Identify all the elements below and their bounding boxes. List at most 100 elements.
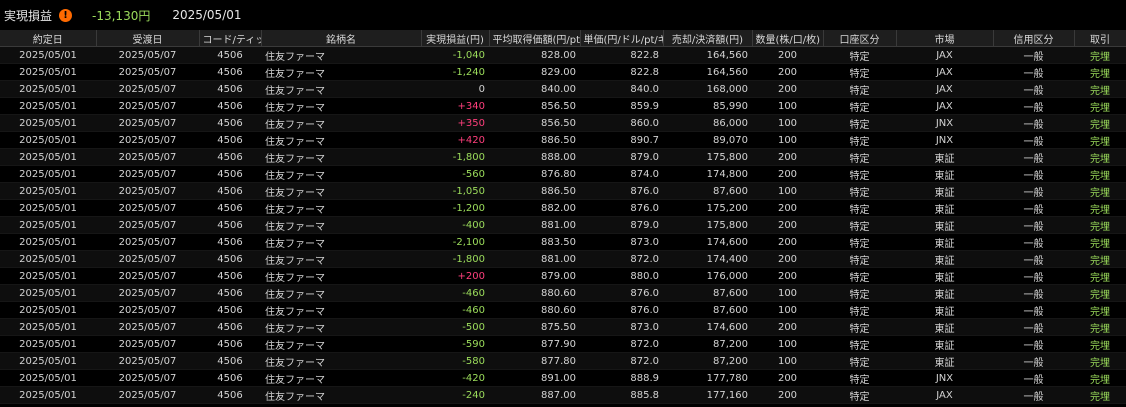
code-cell: 4506 <box>199 267 261 285</box>
table-row[interactable]: 2025/05/01 2025/05/07 4506 住友ファーマ +350 856.50… <box>0 114 1126 132</box>
account-type-cell: 特定 <box>823 250 896 268</box>
trade-date-cell: 2025/05/01 <box>0 80 96 98</box>
market-cell: JAX <box>896 97 993 115</box>
unit-price-cell: 879.0 <box>580 148 663 166</box>
col-header[interactable]: 実現損益(円) <box>421 30 490 47</box>
market-cell: 東証 <box>896 216 993 234</box>
trade-date-cell: 2025/05/01 <box>0 267 96 285</box>
unit-price-cell: 876.0 <box>580 301 663 319</box>
col-header[interactable]: 単価(円/ドル/pt/ギ... <box>580 30 664 47</box>
credit-type-cell: 一般 <box>993 114 1074 132</box>
security-name-cell: 住友ファーマ <box>261 131 421 149</box>
col-header[interactable]: 信用区分 <box>993 30 1075 47</box>
amount-cell: 164,560 <box>663 46 752 64</box>
security-name-cell: 住友ファーマ <box>261 352 421 370</box>
unit-price-cell: 876.0 <box>580 182 663 200</box>
table-row[interactable]: 2025/05/01 2025/05/07 4506 住友ファーマ -1,800 881.… <box>0 250 1126 268</box>
col-header[interactable]: 約定日 <box>0 30 97 47</box>
col-header[interactable]: 数量(株/口/枚) <box>752 30 824 47</box>
code-cell: 4506 <box>199 80 261 98</box>
unit-price-cell: 860.0 <box>580 114 663 132</box>
code-cell: 4506 <box>199 97 261 115</box>
realized-pl-cell: +350 <box>421 114 489 132</box>
avg-price-cell: 886.50 <box>489 182 580 200</box>
credit-type-cell: 一般 <box>993 148 1074 166</box>
quantity-cell: 200 <box>752 369 823 387</box>
realized-pl-cell: -1,800 <box>421 148 489 166</box>
table-row[interactable]: 2025/05/01 2025/05/07 4506 住友ファーマ +200 879.00… <box>0 267 1126 285</box>
amount-cell: 87,200 <box>663 352 752 370</box>
table-row[interactable]: 2025/05/01 2025/05/07 4506 住友ファーマ -1,050 886.… <box>0 182 1126 200</box>
amount-cell: 177,160 <box>663 386 752 404</box>
col-header[interactable]: 取引 <box>1074 30 1126 47</box>
table-body: 2025/05/01 2025/05/07 4506 住友ファーマ -1,040 828.… <box>0 46 1126 404</box>
realized-pl-cell: -1,200 <box>421 199 489 217</box>
table-row[interactable]: 2025/05/01 2025/05/07 4506 住友ファーマ +340 856.50… <box>0 97 1126 115</box>
table-row[interactable]: 2025/05/01 2025/05/07 4506 住友ファーマ -460 880.60… <box>0 301 1126 319</box>
account-type-cell: 特定 <box>823 267 896 285</box>
account-type-cell: 特定 <box>823 46 896 64</box>
col-header[interactable]: 受渡日 <box>96 30 200 47</box>
security-name-cell: 住友ファーマ <box>261 182 421 200</box>
table-row[interactable]: 2025/05/01 2025/05/07 4506 住友ファーマ -400 881.00… <box>0 216 1126 234</box>
avg-price-cell: 879.00 <box>489 267 580 285</box>
avg-price-cell: 829.00 <box>489 63 580 81</box>
col-header[interactable]: 平均取得価額(円/pt) <box>489 30 581 47</box>
col-header[interactable]: 市場 <box>896 30 994 47</box>
col-header[interactable]: 口座区分 <box>823 30 897 47</box>
settle-date-cell: 2025/05/07 <box>96 97 199 115</box>
table-row[interactable]: 2025/05/01 2025/05/07 4506 住友ファーマ -1,040 828.… <box>0 46 1126 64</box>
table-row[interactable]: 2025/05/01 2025/05/07 4506 住友ファーマ -590 877.90… <box>0 335 1126 353</box>
avg-price-cell: 876.80 <box>489 165 580 183</box>
security-name-cell: 住友ファーマ <box>261 148 421 166</box>
security-name-cell: 住友ファーマ <box>261 335 421 353</box>
trade-date-cell: 2025/05/01 <box>0 131 96 149</box>
table-row[interactable]: 2025/05/01 2025/05/07 4506 住友ファーマ -420 891.00… <box>0 369 1126 387</box>
trade-status-cell: 完埋 <box>1074 46 1126 64</box>
code-cell: 4506 <box>199 386 261 404</box>
unit-price-cell: 879.0 <box>580 216 663 234</box>
credit-type-cell: 一般 <box>993 267 1074 285</box>
table-row[interactable]: 2025/05/01 2025/05/07 4506 住友ファーマ -1,240 829.… <box>0 63 1126 81</box>
trade-status-cell: 完埋 <box>1074 386 1126 404</box>
trade-date-cell: 2025/05/01 <box>0 233 96 251</box>
trade-status-cell: 完埋 <box>1074 352 1126 370</box>
table-row[interactable]: 2025/05/01 2025/05/07 4506 住友ファーマ 0 840.00 840… <box>0 80 1126 98</box>
trade-status-cell: 完埋 <box>1074 318 1126 336</box>
table-row[interactable]: 2025/05/01 2025/05/07 4506 住友ファーマ -240 887.00… <box>0 386 1126 404</box>
info-icon[interactable]: ! <box>59 8 73 22</box>
unit-price-cell: 872.0 <box>580 250 663 268</box>
amount-cell: 176,000 <box>663 267 752 285</box>
table-row[interactable]: 2025/05/01 2025/05/07 4506 住友ファーマ -500 875.50… <box>0 318 1126 336</box>
amount-cell: 86,000 <box>663 114 752 132</box>
trade-status-cell: 完埋 <box>1074 216 1126 234</box>
code-cell: 4506 <box>199 284 261 302</box>
col-header[interactable]: 銘柄名 <box>261 30 422 47</box>
table-row[interactable]: 2025/05/01 2025/05/07 4506 住友ファーマ +420 886.50… <box>0 131 1126 149</box>
account-type-cell: 特定 <box>823 335 896 353</box>
settle-date-cell: 2025/05/07 <box>96 182 199 200</box>
amount-cell: 87,200 <box>663 335 752 353</box>
col-header[interactable]: 売却/決済額(円) <box>663 30 753 47</box>
code-cell: 4506 <box>199 318 261 336</box>
trade-status-cell: 完埋 <box>1074 267 1126 285</box>
trade-status-cell: 完埋 <box>1074 80 1126 98</box>
col-header[interactable]: コード/ティッ... <box>199 30 262 47</box>
table-row[interactable]: 2025/05/01 2025/05/07 4506 住友ファーマ -580 877.80… <box>0 352 1126 370</box>
amount-cell: 89,070 <box>663 131 752 149</box>
quantity-cell: 200 <box>752 63 823 81</box>
table-row[interactable]: 2025/05/01 2025/05/07 4506 住友ファーマ -560 876.80… <box>0 165 1126 183</box>
trade-date-cell: 2025/05/01 <box>0 46 96 64</box>
avg-price-cell: 828.00 <box>489 46 580 64</box>
amount-cell: 85,990 <box>663 97 752 115</box>
realized-pl-cell: -400 <box>421 216 489 234</box>
settle-date-cell: 2025/05/07 <box>96 216 199 234</box>
table-row[interactable]: 2025/05/01 2025/05/07 4506 住友ファーマ -1,200 882.… <box>0 199 1126 217</box>
table-row[interactable]: 2025/05/01 2025/05/07 4506 住友ファーマ -2,100 883.… <box>0 233 1126 251</box>
trade-date-cell: 2025/05/01 <box>0 369 96 387</box>
table-row[interactable]: 2025/05/01 2025/05/07 4506 住友ファーマ -1,800 888.… <box>0 148 1126 166</box>
code-cell: 4506 <box>199 301 261 319</box>
unit-price-cell: 876.0 <box>580 284 663 302</box>
table-row[interactable]: 2025/05/01 2025/05/07 4506 住友ファーマ -460 880.60… <box>0 284 1126 302</box>
market-cell: JAX <box>896 46 993 64</box>
